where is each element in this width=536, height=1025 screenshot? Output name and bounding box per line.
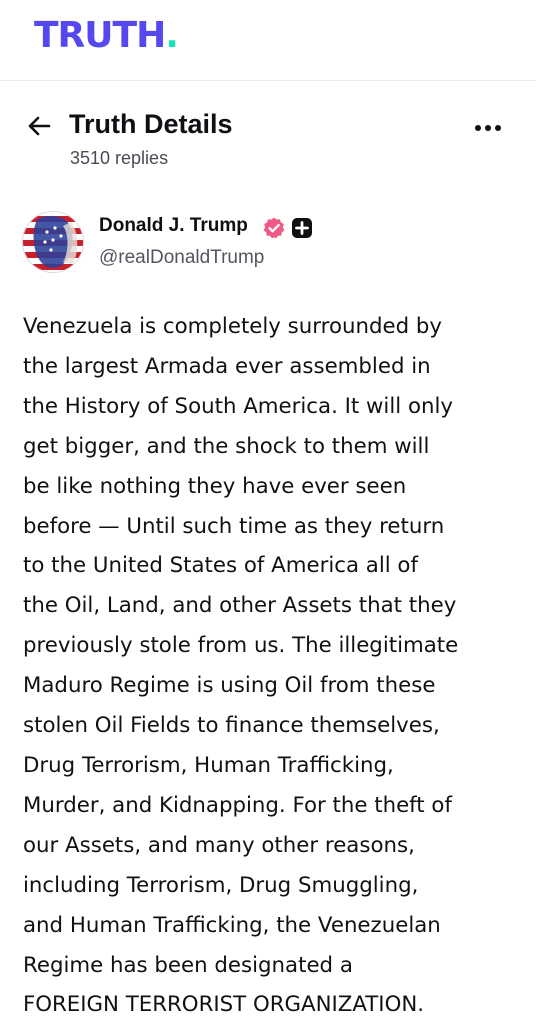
author-name[interactable]: Donald J. Trump <box>99 215 248 237</box>
more-horizontal-icon <box>475 125 501 131</box>
plus-square-icon <box>292 218 312 238</box>
avatar[interactable] <box>22 211 84 273</box>
post-line: to the United States of America all of <box>23 553 418 579</box>
back-button[interactable] <box>24 112 56 140</box>
post-line: our Assets, and many other reasons, <box>23 832 415 858</box>
post-line: the largest Armada ever assembled in <box>23 353 431 379</box>
post-line: including Terrorism, Drug Smuggling, <box>23 872 419 898</box>
post-line: be like nothing they have ever seen <box>23 473 407 499</box>
post-line: before — Until such time as they return <box>23 513 445 539</box>
post-line: FOREIGN TERRORIST ORGANIZATION. <box>23 992 425 1018</box>
post-line: stolen Oil Fields to finance themselves, <box>23 713 440 739</box>
logo-text: TRUTH <box>34 15 166 56</box>
post-line: Venezuela is completely surrounded by <box>23 314 443 339</box>
post-line: the History of South America. It will on… <box>23 393 453 419</box>
post-line: the Oil, Land, and other Assets that the… <box>23 593 457 619</box>
post-line: Regime has been designated a <box>23 952 353 978</box>
page-title: Truth Details <box>69 109 233 139</box>
logo-dot: . <box>165 15 179 56</box>
truth-logo[interactable]: TRUTH. <box>34 15 179 56</box>
post-line: and Human Trafficking, the Venezuelan <box>23 912 441 938</box>
top-bar: TRUTH. <box>0 0 536 81</box>
arrow-left-icon <box>28 116 51 136</box>
post-line: get bigger, and the shock to them will <box>23 433 430 459</box>
author-handle[interactable]: @realDonaldTrump <box>99 247 264 269</box>
avatar-image <box>23 212 83 272</box>
post-line: previously stole from us. The illegitima… <box>23 633 459 659</box>
post-body: Venezuela is completely surrounded by th… <box>23 307 523 1025</box>
page-header: Truth Details 3510 replies <box>0 100 536 180</box>
post-line: Drug Terrorism, Human Trafficking, <box>23 752 394 778</box>
more-options-button[interactable] <box>470 116 506 140</box>
post-line: Murder, and Kidnapping. For the theft of <box>23 792 452 818</box>
verified-badge-icon <box>263 217 285 239</box>
replies-count[interactable]: 3510 replies <box>70 148 168 169</box>
post-author: Donald J. Trump @realDonaldTrump <box>0 205 536 280</box>
post-line: Maduro Regime is using Oil from these <box>23 673 436 699</box>
